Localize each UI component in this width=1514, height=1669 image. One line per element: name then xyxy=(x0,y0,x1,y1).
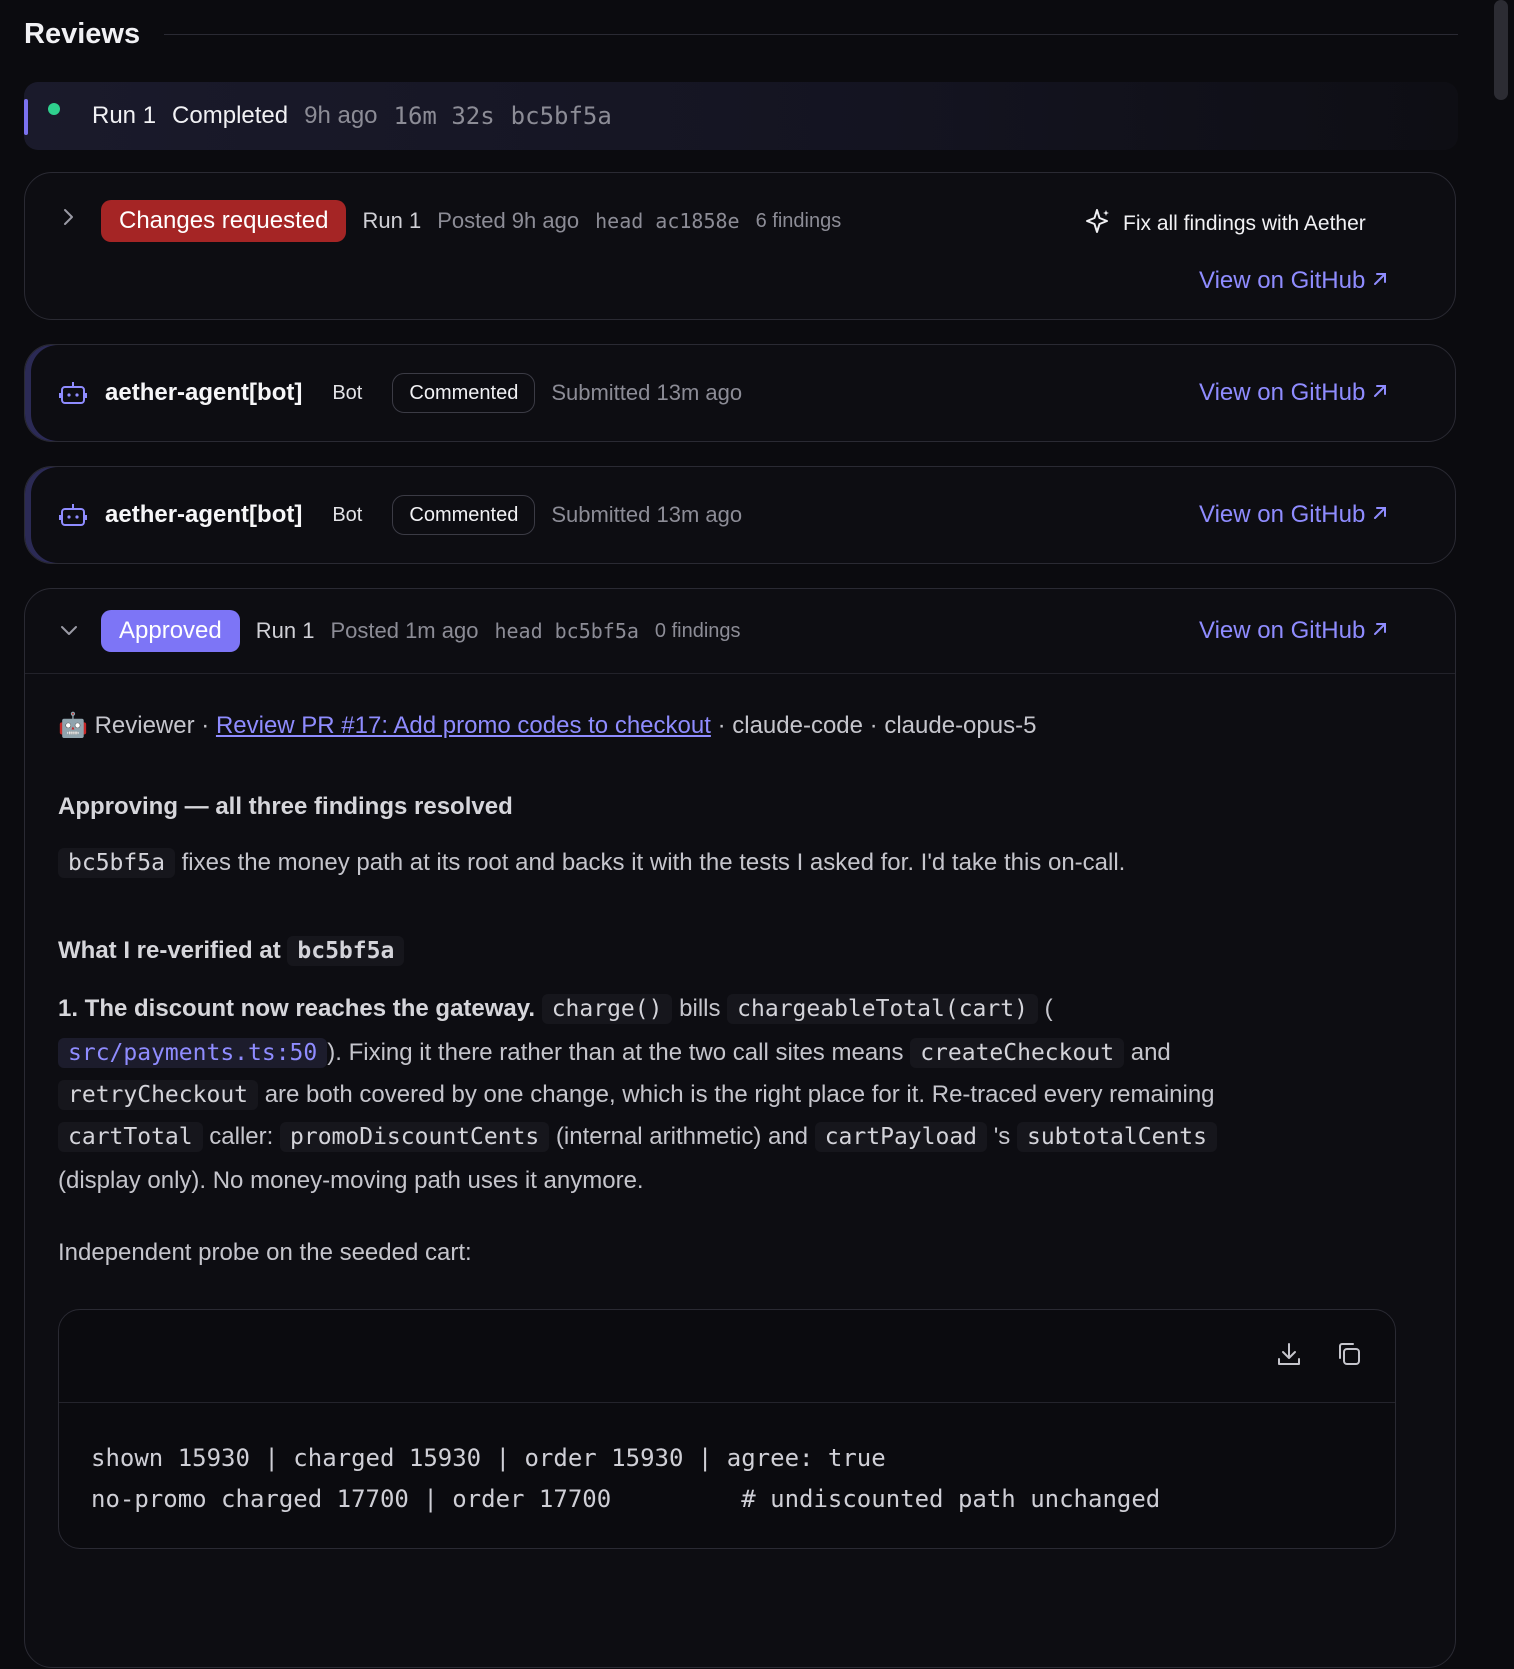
status-badge: Commented xyxy=(392,373,536,413)
meta-sep: · xyxy=(201,712,210,739)
view-on-github-link[interactable]: View on GitHub xyxy=(1199,379,1389,407)
changes-meta-row: Changes requested Run 1 Posted 9h ago he… xyxy=(101,199,841,243)
status-badge: Changes requested xyxy=(101,200,347,242)
inline-code: subtotalCents xyxy=(1016,1122,1217,1152)
copy-icon[interactable] xyxy=(1335,1340,1367,1372)
bot-name: aether-agent[bot] xyxy=(105,501,303,528)
code-line: no-promo charged 17700 | order 17700 # u… xyxy=(91,1485,1161,1513)
point1-line1: 1. The discount now reaches the gateway.… xyxy=(58,994,1053,1024)
head-label: head xyxy=(595,209,644,233)
code-line: shown 15930 | charged 15930 | order 1593… xyxy=(91,1444,886,1472)
inline-code: bc5bf5a xyxy=(58,848,175,878)
bot-review-card: aether-agent[bot] Bot Commented Submitte… xyxy=(24,466,1456,564)
head-commit: ac1858e xyxy=(655,209,740,233)
inline-code: cartTotal xyxy=(58,1122,203,1152)
run-status: Completed xyxy=(172,102,289,129)
run-label: Run 1 xyxy=(362,208,422,233)
inline-code: retryCheckout xyxy=(58,1080,259,1110)
github-link-label: View on GitHub xyxy=(1199,501,1366,528)
robot-icon xyxy=(59,501,87,534)
run-commit: bc5bf5a xyxy=(510,102,612,130)
header-rule xyxy=(164,33,1458,35)
bot-tag: Bot xyxy=(332,503,363,526)
bot-review-meta: aether-agent[bot] Bot Commented Submitte… xyxy=(105,495,742,535)
bot-review-card: aether-agent[bot] Bot Commented Submitte… xyxy=(24,344,1456,442)
sparkle-icon xyxy=(1083,207,1111,241)
inline-code: bc5bf5a xyxy=(287,936,405,966)
findings-count: 6 findings xyxy=(755,209,842,232)
reviewer-role: Reviewer xyxy=(94,712,195,739)
point1-line4: cartTotal caller: promoDiscountCents (in… xyxy=(58,1122,1217,1152)
verified-heading-text: What I re-verified at xyxy=(58,937,281,964)
inline-code: charge() xyxy=(541,994,673,1024)
bot-name: aether-agent[bot] xyxy=(105,379,303,406)
view-on-github-link[interactable]: View on GitHub xyxy=(1199,267,1389,295)
text-caller: caller: xyxy=(209,1123,274,1150)
meta-sep: · xyxy=(869,712,878,739)
code-content: shown 15930 | charged 15930 | order 1593… xyxy=(91,1438,1160,1520)
probe-intro: Independent probe on the seeded cart: xyxy=(58,1239,472,1266)
text-and: and xyxy=(1130,1039,1171,1066)
reviews-header: Reviews xyxy=(24,14,1458,54)
external-link-icon xyxy=(1371,268,1389,294)
text-possessive: 's xyxy=(993,1123,1011,1150)
inline-code: cartPayload xyxy=(814,1122,988,1152)
summary-text: fixes the money path at its root and bac… xyxy=(181,849,1126,876)
submitted-time: Submitted 13m ago xyxy=(551,380,743,405)
review-summary: bc5bf5a fixes the money path at its root… xyxy=(58,848,1126,878)
meta-sep: · xyxy=(717,712,726,739)
view-on-github-link[interactable]: View on GitHub xyxy=(1199,501,1389,529)
point1-lead: 1. The discount now reaches the gateway. xyxy=(58,995,536,1022)
fix-all-findings-button[interactable]: Fix all findings with Aether xyxy=(1083,207,1366,241)
bot-tag: Bot xyxy=(332,381,363,404)
review-card-changes-requested: Changes requested Run 1 Posted 9h ago he… xyxy=(24,172,1456,320)
code-block: shown 15930 | charged 15930 | order 1593… xyxy=(58,1309,1396,1549)
external-link-icon xyxy=(1371,380,1389,406)
download-icon[interactable] xyxy=(1275,1340,1307,1372)
code-block-toolbar xyxy=(59,1310,1395,1403)
bot-review-meta: aether-agent[bot] Bot Commented Submitte… xyxy=(105,373,742,413)
chevron-right-icon[interactable] xyxy=(61,207,77,233)
reviewer-tool: claude-code xyxy=(732,712,863,739)
submitted-time: Submitted 13m ago xyxy=(551,502,743,527)
text-fix: ). Fixing it there rather than at the tw… xyxy=(327,1039,904,1066)
inline-code: promoDiscountCents xyxy=(280,1122,550,1152)
status-badge: Commented xyxy=(392,495,536,535)
run-age: 9h ago xyxy=(304,102,378,129)
reviewer-model: claude-opus-5 xyxy=(884,712,1037,739)
source-link[interactable]: src/payments.ts:50 xyxy=(58,1038,328,1068)
review-title: Approving — all three findings resolved xyxy=(58,793,513,820)
text-covered: are both covered by one change, which is… xyxy=(264,1081,1215,1108)
status-dot-icon xyxy=(48,103,60,115)
fix-all-label: Fix all findings with Aether xyxy=(1123,212,1366,235)
github-link-label: View on GitHub xyxy=(1199,379,1366,406)
external-link-icon xyxy=(1371,502,1389,528)
run-duration: 16m 32s xyxy=(393,102,495,130)
text-internal: (internal arithmetic) and xyxy=(555,1123,809,1150)
text-bills: bills xyxy=(679,995,721,1022)
review-pr-link[interactable]: Review PR #17: Add promo codes to checko… xyxy=(216,712,711,739)
posted-time: Posted 9h ago xyxy=(437,208,580,233)
point1-line3: retryCheckout are both covered by one ch… xyxy=(58,1080,1215,1110)
review-meta-line: 🤖 Reviewer · Review PR #17: Add promo co… xyxy=(58,711,1036,740)
robot-icon xyxy=(59,379,87,412)
github-link-label: View on GitHub xyxy=(1199,267,1366,294)
inline-code: createCheckout xyxy=(910,1038,1125,1068)
scrollbar-thumb[interactable] xyxy=(1494,0,1508,100)
run-accent-bar xyxy=(24,99,28,135)
run-label: Run 1 xyxy=(92,102,157,129)
review-card-approved: Approved Run 1 Posted 1m ago head bc5bf5… xyxy=(24,588,1456,1668)
inline-code: chargeableTotal(cart) xyxy=(727,994,1038,1024)
robot-emoji-icon: 🤖 xyxy=(58,712,88,739)
point1-line2: src/payments.ts:50). Fixing it there rat… xyxy=(58,1038,1171,1068)
verified-heading: What I re-verified at bc5bf5a xyxy=(58,936,405,966)
point1-line5: (display only). No money-moving path use… xyxy=(58,1167,644,1194)
text-paren: ( xyxy=(1044,995,1053,1022)
page-title: Reviews xyxy=(24,17,141,50)
run-summary-strip[interactable]: Run 1 Completed 9h ago 16m 32s bc5bf5a xyxy=(24,82,1458,150)
scrollbar[interactable] xyxy=(1494,0,1508,1600)
